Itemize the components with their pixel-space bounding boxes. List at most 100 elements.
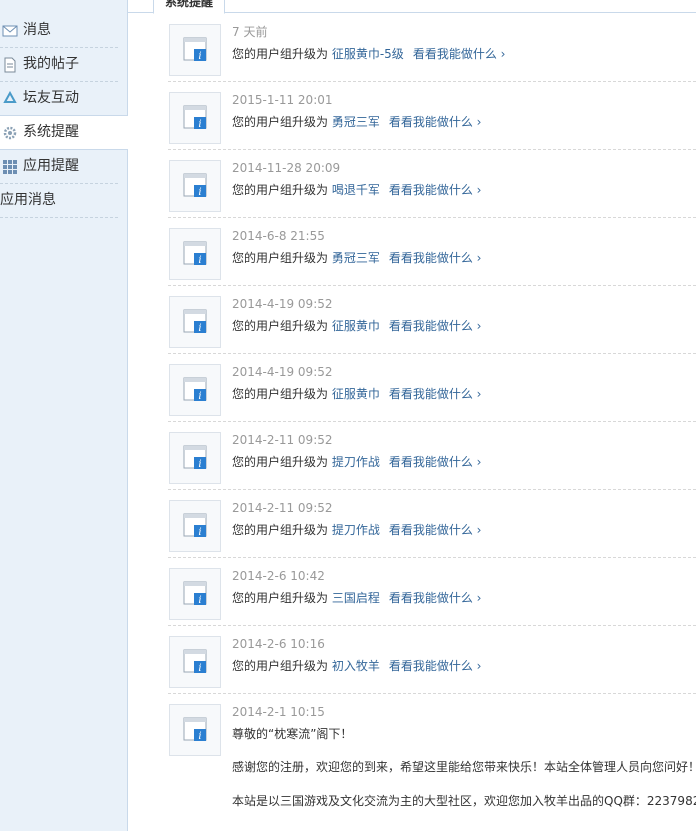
sidebar-item-label: 坛友互动 <box>23 90 79 106</box>
user-group-link[interactable]: 征服黄巾 <box>332 387 380 401</box>
notice-item: i 2014-4-19 09:52 您的用户组升级为 征服黄巾 看看我能做什么 › <box>168 296 696 354</box>
sidebar-item-app-messages[interactable]: 应用消息 <box>0 184 118 218</box>
sidebar-item-my-posts[interactable]: 我的帖子 <box>0 48 118 82</box>
recycle-icon <box>3 91 17 103</box>
notice-time: 2014-11-28 20:09 <box>232 161 341 175</box>
notice-prefix: 您的用户组升级为 <box>232 251 329 265</box>
notice-message: 您的用户组升级为 勇冠三军 看看我能做什么 › <box>232 114 481 130</box>
notice-prefix: 您的用户组升级为 <box>232 183 329 197</box>
notice-prefix: 您的用户组升级为 <box>232 47 329 61</box>
notice-icon-box: i <box>169 364 221 416</box>
user-group-link[interactable]: 初入牧羊 <box>332 659 380 673</box>
user-group-link[interactable]: 征服黄巾-5级 <box>332 47 404 61</box>
svg-text:i: i <box>198 119 201 130</box>
notice-prefix: 您的用户组升级为 <box>232 319 329 333</box>
notice-message: 您的用户组升级为 初入牧羊 看看我能做什么 › <box>232 658 481 674</box>
user-group-link[interactable]: 提刀作战 <box>332 523 380 537</box>
notice-item: i 2014-4-19 09:52 您的用户组升级为 征服黄巾 看看我能做什么 › <box>168 364 696 422</box>
info-window-icon: i <box>183 377 207 402</box>
tab-system-notice[interactable]: 系统提醒 <box>153 0 225 14</box>
welcome-text: 本站是以三国游戏及文化交流为主的大型社区，欢迎您加入牧羊出品的QQ群：22379… <box>232 794 696 808</box>
user-group-link[interactable]: 喝退千军 <box>332 183 380 197</box>
welcome-greeting: 尊敬的“枕寒流”阁下！ <box>232 727 353 741</box>
info-window-icon: i <box>183 173 207 198</box>
see-what-i-can-do-link[interactable]: 看看我能做什么 › <box>389 319 482 333</box>
notice-icon-box: i <box>169 92 221 144</box>
info-window-icon: i <box>183 445 207 470</box>
notice-item: i 2014-11-28 20:09 您的用户组升级为 喝退千军 看看我能做什么 › <box>168 160 696 218</box>
notice-message: 您的用户组升级为 勇冠三军 看看我能做什么 › <box>232 250 481 266</box>
gear-icon <box>3 126 17 140</box>
notice-prefix: 您的用户组升级为 <box>232 591 329 605</box>
see-what-i-can-do-link[interactable]: 看看我能做什么 › <box>389 591 482 605</box>
notice-item: i 7 天前您的用户组升级为 征服黄巾-5级 看看我能做什么 › <box>168 24 696 82</box>
notice-prefix: 您的用户组升级为 <box>232 455 329 469</box>
notice-item: i 2014-6-8 21:55 您的用户组升级为 勇冠三军 看看我能做什么 › <box>168 228 696 286</box>
sidebar-item-interaction[interactable]: 坛友互动 <box>0 82 118 116</box>
notice-icon-box: i <box>169 228 221 280</box>
notice-time: 2014-2-6 10:42 <box>232 569 325 583</box>
notice-message: 您的用户组升级为 征服黄巾 看看我能做什么 › <box>232 386 481 402</box>
notice-time: 2014-2-1 10:15 <box>232 705 325 719</box>
notice-icon-box: i <box>169 24 221 76</box>
svg-text:i: i <box>198 255 201 266</box>
user-group-link[interactable]: 勇冠三军 <box>332 115 380 129</box>
notice-message: 您的用户组升级为 喝退千军 看看我能做什么 › <box>232 182 481 198</box>
see-what-i-can-do-link[interactable]: 看看我能做什么 › <box>389 455 482 469</box>
info-window-icon: i <box>183 309 207 334</box>
see-what-i-can-do-link[interactable]: 看看我能做什么 › <box>389 523 482 537</box>
grid-icon <box>3 160 17 174</box>
info-window-icon: i <box>183 649 207 674</box>
svg-text:i: i <box>198 187 201 198</box>
svg-text:i: i <box>198 595 201 606</box>
see-what-i-can-do-link[interactable]: 看看我能做什么 › <box>389 183 482 197</box>
notice-item: i 2014-2-11 09:52 您的用户组升级为 提刀作战 看看我能做什么 › <box>168 500 696 558</box>
sidebar-item-app-notice[interactable]: 应用提醒 <box>0 150 118 184</box>
sidebar-item-messages[interactable]: 消息 <box>0 14 118 48</box>
notice-time: 7 天前 <box>232 25 268 39</box>
svg-text:i: i <box>198 51 201 62</box>
notice-time: 2014-6-8 21:55 <box>232 229 325 243</box>
sidebar-item-label: 消息 <box>23 22 51 38</box>
notice-item: i 2014-2-6 10:16 您的用户组升级为 初入牧羊 看看我能做什么 › <box>168 636 696 694</box>
notice-item: i 2015-1-11 20:01 您的用户组升级为 勇冠三军 看看我能做什么 › <box>168 92 696 150</box>
user-group-link[interactable]: 提刀作战 <box>332 455 380 469</box>
svg-text:i: i <box>198 391 201 402</box>
sidebar-item-label: 系统提醒 <box>23 124 79 140</box>
info-window-icon: i <box>183 241 207 266</box>
see-what-i-can-do-link[interactable]: 看看我能做什么 › <box>389 115 482 129</box>
sidebar-item-label: 我的帖子 <box>23 56 79 72</box>
info-window-icon: i <box>183 37 207 62</box>
sidebar-item-label: 应用提醒 <box>23 158 79 174</box>
welcome-text: 感谢您的注册，欢迎您的到来，希望这里能给您带来快乐！本站全体管理人员向您问好！ <box>232 760 696 774</box>
notice-time: 2014-2-6 10:16 <box>232 637 325 651</box>
welcome-notice: i 2014-2-1 10:15 尊敬的“枕寒流”阁下！ 感谢您的注册，欢迎您的… <box>168 704 696 831</box>
envelope-icon <box>2 25 18 37</box>
document-icon <box>4 57 16 73</box>
info-window-icon: i <box>183 717 207 742</box>
notice-message: 您的用户组升级为 提刀作战 看看我能做什么 › <box>232 522 481 538</box>
user-group-link[interactable]: 勇冠三军 <box>332 251 380 265</box>
notice-icon-box: i <box>169 160 221 212</box>
info-window-icon: i <box>183 581 207 606</box>
notice-icon-box: i <box>169 296 221 348</box>
sidebar-item-label: 应用消息 <box>0 192 56 208</box>
notice-icon-box: i <box>169 432 221 484</box>
see-what-i-can-do-link[interactable]: 看看我能做什么 › <box>413 47 506 61</box>
notice-item: i 2014-2-11 09:52 您的用户组升级为 提刀作战 看看我能做什么 › <box>168 432 696 490</box>
notice-message: 您的用户组升级为 征服黄巾-5级 看看我能做什么 › <box>232 46 505 62</box>
user-group-link[interactable]: 征服黄巾 <box>332 319 380 333</box>
notice-icon-box: i <box>169 500 221 552</box>
notice-icon-box: i <box>169 568 221 620</box>
notice-time: 2014-2-11 09:52 <box>232 501 333 515</box>
notice-icon-box: i <box>169 636 221 688</box>
notice-icon-box: i <box>169 704 221 756</box>
sidebar-item-system-notice[interactable]: 系统提醒 <box>0 115 128 150</box>
notice-time: 2014-4-19 09:52 <box>232 365 333 379</box>
svg-text:i: i <box>198 459 201 470</box>
see-what-i-can-do-link[interactable]: 看看我能做什么 › <box>389 251 482 265</box>
notice-message: 您的用户组升级为 提刀作战 看看我能做什么 › <box>232 454 481 470</box>
user-group-link[interactable]: 三国启程 <box>332 591 380 605</box>
see-what-i-can-do-link[interactable]: 看看我能做什么 › <box>389 659 482 673</box>
see-what-i-can-do-link[interactable]: 看看我能做什么 › <box>389 387 482 401</box>
